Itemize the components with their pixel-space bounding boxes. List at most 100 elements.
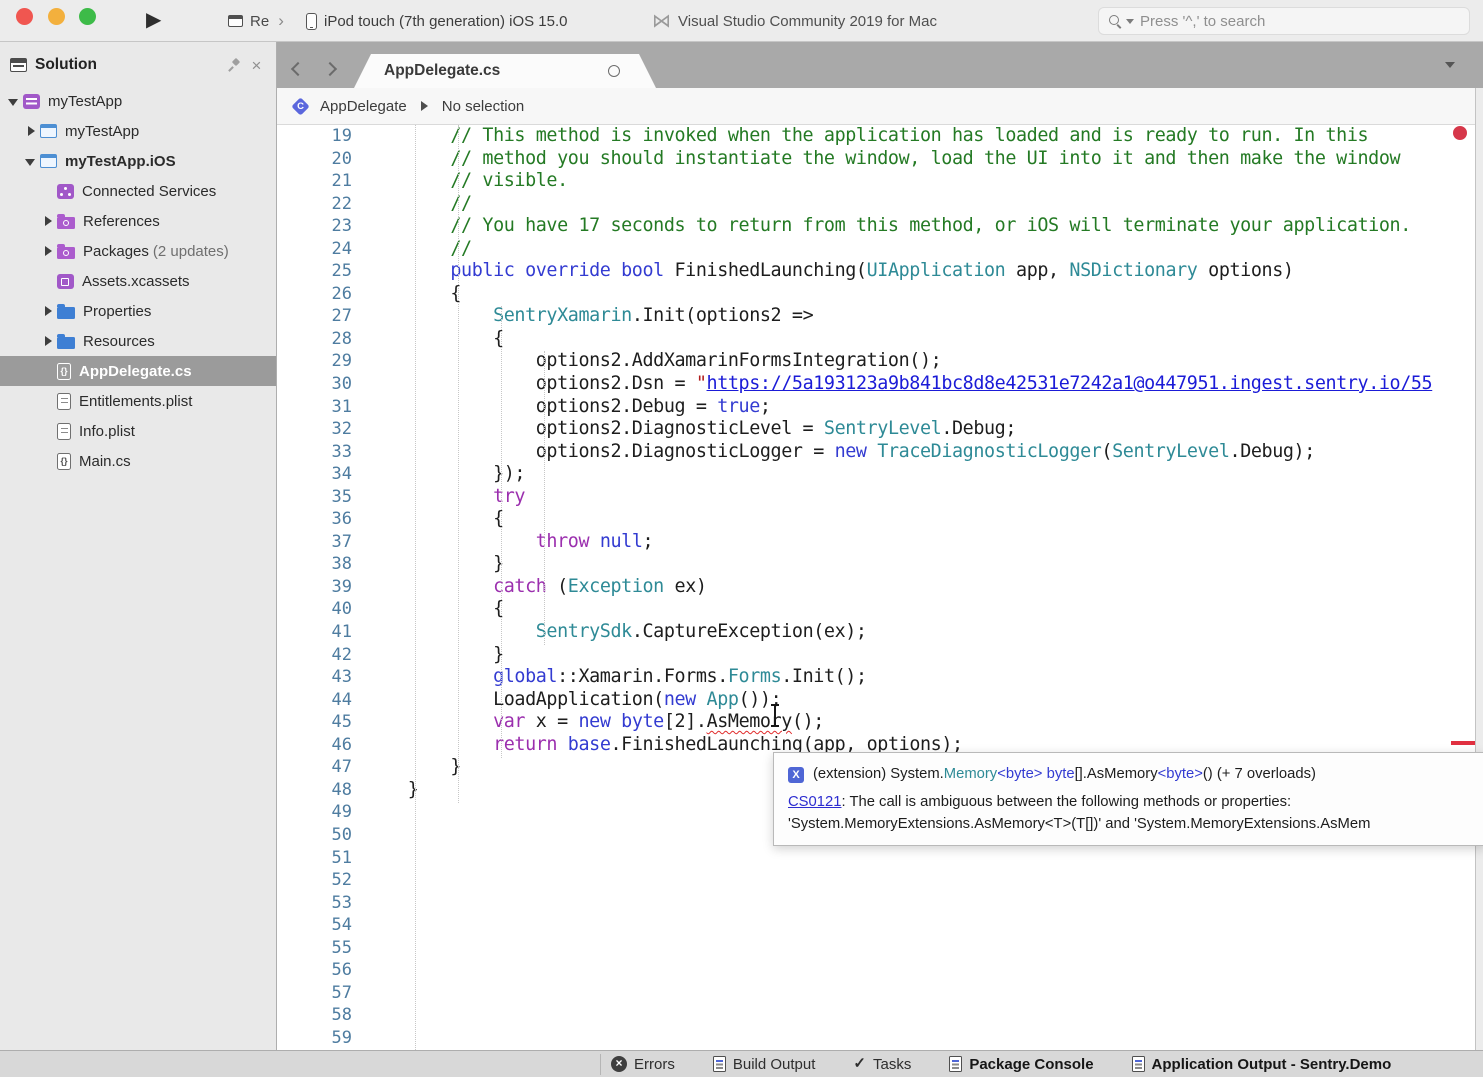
code-line-29[interactable]: 29 options2.AddXamarinFormsIntegration()… (277, 350, 1475, 373)
sidebar-item-mytestapp[interactable]: myTestApp (0, 116, 276, 146)
code-line-38[interactable]: 38 } (277, 553, 1475, 576)
sidebar-item-main-cs[interactable]: Main.cs (0, 446, 276, 476)
disclosure-closed-icon[interactable] (23, 124, 38, 139)
line-number[interactable]: 46 (277, 734, 352, 757)
code-line-31[interactable]: 31 options2.Debug = true; (277, 396, 1475, 419)
line-number[interactable]: 35 (277, 486, 352, 509)
line-number[interactable]: 40 (277, 598, 352, 621)
line-number[interactable]: 29 (277, 350, 352, 373)
scroll-annotation-strip[interactable] (1475, 88, 1483, 1050)
line-number[interactable]: 59 (277, 1027, 352, 1050)
code-line-34[interactable]: 34 }); (277, 463, 1475, 486)
line-number[interactable]: 24 (277, 238, 352, 261)
code-line-32[interactable]: 32 options2.DiagnosticLevel = SentryLeve… (277, 418, 1475, 441)
code-line-36[interactable]: 36 { (277, 508, 1475, 531)
code-line-26[interactable]: 26 { (277, 283, 1475, 306)
code-line-21[interactable]: 21 // visible. (277, 170, 1475, 193)
tab-list-chevron-icon[interactable] (1445, 62, 1455, 68)
code-line-57[interactable]: 57 (277, 982, 1475, 1005)
line-number[interactable]: 23 (277, 215, 352, 238)
line-number[interactable]: 32 (277, 418, 352, 441)
code-line-40[interactable]: 40 { (277, 598, 1475, 621)
line-number[interactable]: 54 (277, 914, 352, 937)
line-number[interactable]: 34 (277, 463, 352, 486)
code-line-53[interactable]: 53 (277, 892, 1475, 915)
sidebar-item-mytestapp[interactable]: myTestApp (0, 86, 276, 116)
code-line-28[interactable]: 28 { (277, 328, 1475, 351)
line-number[interactable]: 31 (277, 396, 352, 419)
navigate-forward-icon[interactable] (323, 62, 337, 76)
tab-modified-icon[interactable] (608, 65, 620, 77)
run-button[interactable]: ▶ (146, 7, 161, 33)
minimize-window-button[interactable] (48, 8, 65, 25)
line-number[interactable]: 43 (277, 666, 352, 689)
code-line-58[interactable]: 58 (277, 1004, 1475, 1027)
code-line-19[interactable]: 19 // This method is invoked when the ap… (277, 125, 1475, 148)
code-line-43[interactable]: 43 global::Xamarin.Forms.Forms.Init(); (277, 666, 1475, 689)
code-line-52[interactable]: 52 (277, 869, 1475, 892)
line-number[interactable]: 30 (277, 373, 352, 396)
line-number[interactable]: 36 (277, 508, 352, 531)
line-number[interactable]: 53 (277, 892, 352, 915)
sidebar-item-entitlements-plist[interactable]: Entitlements.plist (0, 386, 276, 416)
code-line-56[interactable]: 56 (277, 959, 1475, 982)
code-line-42[interactable]: 42 } (277, 644, 1475, 667)
navigate-back-icon[interactable] (291, 62, 305, 76)
line-number[interactable]: 20 (277, 148, 352, 171)
line-number[interactable]: 27 (277, 305, 352, 328)
sidebar-item-properties[interactable]: Properties (0, 296, 276, 326)
line-number[interactable]: 26 (277, 283, 352, 306)
line-number[interactable]: 51 (277, 847, 352, 870)
line-number[interactable]: 55 (277, 937, 352, 960)
code-line-59[interactable]: 59 (277, 1027, 1475, 1050)
line-number[interactable]: 45 (277, 711, 352, 734)
line-number[interactable]: 57 (277, 982, 352, 1005)
line-number[interactable]: 42 (277, 644, 352, 667)
code-line-45[interactable]: 45 var x = new byte[2].AsMemory(); (277, 711, 1475, 734)
error-code-link[interactable]: CS0121 (788, 794, 841, 810)
pin-icon[interactable] (226, 58, 241, 73)
code-line-20[interactable]: 20 // method you should instantiate the … (277, 148, 1475, 171)
line-number[interactable]: 50 (277, 824, 352, 847)
line-number[interactable]: 33 (277, 441, 352, 464)
code-line-23[interactable]: 23 // You have 17 seconds to return from… (277, 215, 1475, 238)
line-number[interactable]: 48 (277, 779, 352, 802)
global-search-field[interactable] (1098, 7, 1470, 35)
line-number[interactable]: 41 (277, 621, 352, 644)
disclosure-closed-icon[interactable] (40, 214, 55, 229)
code-line-44[interactable]: 44 LoadApplication(new App()); (277, 689, 1475, 712)
breadcrumb-class[interactable]: AppDelegate (320, 98, 407, 115)
code-editor[interactable]: 19 // This method is invoked when the ap… (277, 125, 1475, 1050)
breadcrumb-selection[interactable]: No selection (442, 98, 525, 115)
disclosure-closed-icon[interactable] (40, 244, 55, 259)
code-line-55[interactable]: 55 (277, 937, 1475, 960)
search-input[interactable] (1138, 12, 1460, 31)
line-number[interactable]: 39 (277, 576, 352, 599)
disclosure-closed-icon[interactable] (40, 304, 55, 319)
code-line-37[interactable]: 37 throw null; (277, 531, 1475, 554)
close-pad-icon[interactable]: × (249, 58, 264, 73)
sidebar-item-assets-xcassets[interactable]: Assets.xcassets (0, 266, 276, 296)
statusbar-item-application-output-sentry-demo[interactable]: Application Output - Sentry.Demo (1132, 1056, 1392, 1073)
tab-appdelegate-cs[interactable]: AppDelegate.cs (354, 54, 656, 88)
sidebar-item-mytestapp-ios[interactable]: myTestApp.iOS (0, 146, 276, 176)
statusbar-item-errors[interactable]: ×Errors (611, 1056, 675, 1073)
code-line-35[interactable]: 35 try (277, 486, 1475, 509)
code-line-24[interactable]: 24 // (277, 238, 1475, 261)
code-line-25[interactable]: 25 public override bool FinishedLaunchin… (277, 260, 1475, 283)
sidebar-item-connected-services[interactable]: Connected Services (0, 176, 276, 206)
code-line-27[interactable]: 27 SentryXamarin.Init(options2 => (277, 305, 1475, 328)
disclosure-open-icon[interactable] (6, 94, 21, 109)
line-number[interactable]: 44 (277, 689, 352, 712)
code-line-33[interactable]: 33 options2.DiagnosticLogger = new Trace… (277, 441, 1475, 464)
line-number[interactable]: 47 (277, 756, 352, 779)
line-number[interactable]: 38 (277, 553, 352, 576)
statusbar-item-package-console[interactable]: Package Console (949, 1056, 1093, 1073)
close-window-button[interactable] (16, 8, 33, 25)
line-number[interactable]: 21 (277, 170, 352, 193)
code-line-39[interactable]: 39 catch (Exception ex) (277, 576, 1475, 599)
sidebar-item-packages[interactable]: Packages(2 updates) (0, 236, 276, 266)
code-line-22[interactable]: 22 // (277, 193, 1475, 216)
sidebar-item-resources[interactable]: Resources (0, 326, 276, 356)
sidebar-item-appdelegate-cs[interactable]: AppDelegate.cs (0, 356, 276, 386)
